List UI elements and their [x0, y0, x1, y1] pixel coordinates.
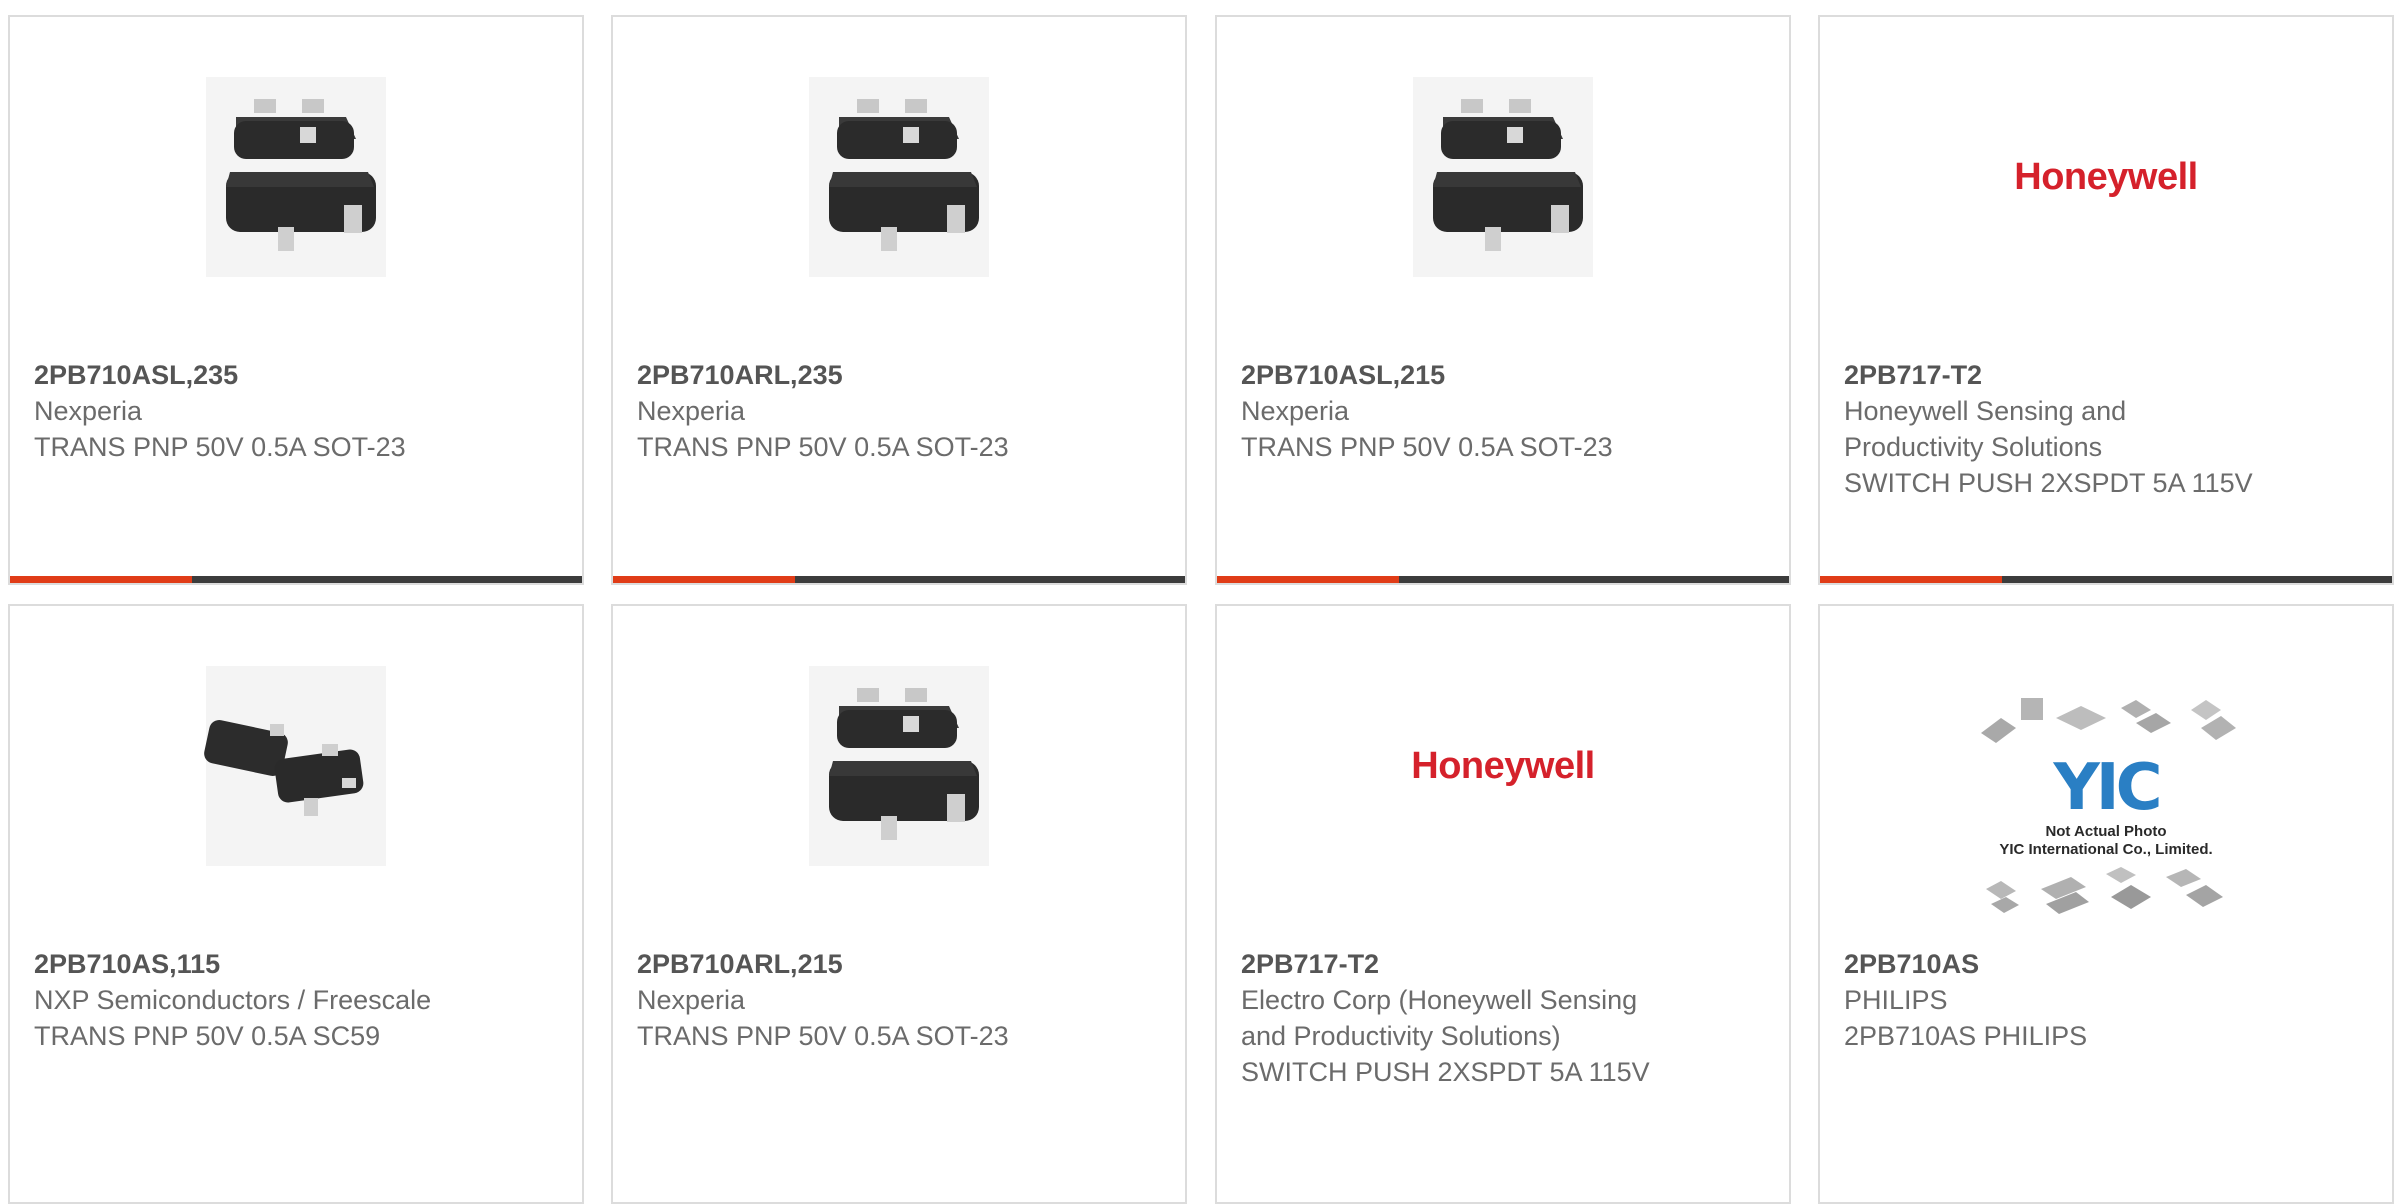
- card-bottom-bar: [1217, 576, 1789, 583]
- manufacturer: Honeywell Sensing and Productivity Solut…: [1844, 396, 2127, 462]
- card-bottom-bar: [10, 576, 582, 583]
- chip-cluster-icon: [1986, 867, 2223, 914]
- description: TRANS PNP 50V 0.5A SOT-23: [637, 1021, 1009, 1051]
- part-number[interactable]: 2PB710ARL,235: [637, 357, 1057, 393]
- manufacturer: Nexperia: [1241, 396, 1350, 426]
- product-card[interactable]: YIC Not Actual Photo YIC International C…: [1818, 604, 2394, 1204]
- description: TRANS PNP 50V 0.5A SOT-23: [637, 432, 1009, 462]
- manufacturer: PHILIPS: [1844, 985, 1948, 1015]
- placeholder-line1: Not Actual Photo: [2045, 823, 2167, 840]
- card-bottom-bar: [1820, 576, 2392, 583]
- product-image[interactable]: [613, 666, 1185, 866]
- description: TRANS PNP 50V 0.5A SC59: [34, 1021, 381, 1051]
- product-card[interactable]: 2PB710AS,115 NXP Semiconductors / Freesc…: [8, 604, 584, 1204]
- product-card[interactable]: 2PB710ASL,235 Nexperia TRANS PNP 50V 0.5…: [8, 15, 584, 585]
- product-image[interactable]: [1217, 77, 1789, 277]
- part-number[interactable]: 2PB710AS,115: [34, 946, 454, 982]
- part-number[interactable]: 2PB710ASL,235: [34, 357, 454, 393]
- card-accent-bar: [1820, 576, 2002, 583]
- card-accent-bar: [1217, 576, 1399, 583]
- description: TRANS PNP 50V 0.5A SOT-23: [1241, 432, 1613, 462]
- chip-cluster-icon: [1981, 698, 2236, 743]
- sot23-chip-icon: [1413, 77, 1593, 277]
- manufacturer: NXP Semiconductors / Freescale: [34, 985, 432, 1015]
- product-card[interactable]: 2PB710ASL,215 Nexperia TRANS PNP 50V 0.5…: [1215, 15, 1791, 585]
- sot23-chip-icon: [809, 77, 989, 277]
- description: 2PB710AS PHILIPS: [1844, 1021, 2088, 1051]
- manufacturer: Nexperia: [637, 985, 746, 1015]
- sot23-chip-icon: [809, 666, 989, 866]
- honeywell-logo: Honeywell: [1411, 744, 1595, 787]
- product-image[interactable]: Honeywell: [1217, 666, 1789, 866]
- sc59-chip-icon: [204, 666, 386, 866]
- description: SWITCH PUSH 2XSPDT 5A 115V: [1241, 1057, 1650, 1087]
- not-actual-photo-placeholder: YIC Not Actual Photo YIC International C…: [1971, 688, 2241, 924]
- product-image[interactable]: Honeywell: [1820, 77, 2392, 277]
- part-number[interactable]: 2PB710AS: [1844, 946, 2264, 982]
- description: SWITCH PUSH 2XSPDT 5A 115V: [1844, 468, 2253, 498]
- sot23-chip-icon: [206, 77, 386, 277]
- product-image[interactable]: [10, 77, 582, 277]
- part-number[interactable]: 2PB710ASL,215: [1241, 357, 1661, 393]
- manufacturer: Electro Corp (Honeywell Sensing and Prod…: [1241, 985, 1638, 1051]
- yic-logo: YIC: [2053, 751, 2162, 825]
- part-number[interactable]: 2PB710ARL,215: [637, 946, 1057, 982]
- honeywell-logo: Honeywell: [2014, 155, 2198, 198]
- product-card[interactable]: Honeywell 2PB717-T2 Honeywell Sensing an…: [1818, 15, 2394, 585]
- card-bottom-bar: [613, 576, 1185, 583]
- product-image[interactable]: YIC Not Actual Photo YIC International C…: [1820, 686, 2392, 926]
- card-accent-bar: [613, 576, 795, 583]
- product-card[interactable]: 2PB710ARL,215 Nexperia TRANS PNP 50V 0.5…: [611, 604, 1187, 1204]
- product-card[interactable]: Honeywell 2PB717-T2 Electro Corp (Honeyw…: [1215, 604, 1791, 1204]
- card-accent-bar: [10, 576, 192, 583]
- product-image[interactable]: [613, 77, 1185, 277]
- product-image[interactable]: [10, 666, 582, 866]
- description: TRANS PNP 50V 0.5A SOT-23: [34, 432, 406, 462]
- part-number[interactable]: 2PB717-T2: [1844, 357, 2264, 393]
- product-card[interactable]: 2PB710ARL,235 Nexperia TRANS PNP 50V 0.5…: [611, 15, 1187, 585]
- manufacturer: Nexperia: [637, 396, 746, 426]
- manufacturer: Nexperia: [34, 396, 143, 426]
- placeholder-line2: YIC International Co., Limited.: [1999, 841, 2213, 858]
- part-number[interactable]: 2PB717-T2: [1241, 946, 1661, 982]
